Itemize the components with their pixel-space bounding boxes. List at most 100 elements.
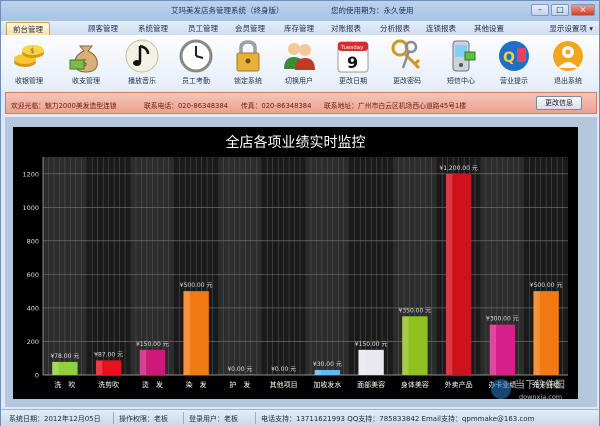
data-label: ¥150.00 元 — [136, 341, 169, 348]
lock-icon — [230, 38, 266, 74]
toolbar-button-1[interactable]: $ 收支管理 — [61, 37, 111, 89]
chart-title: 全店各项业绩实时监控 — [226, 134, 366, 151]
status-role: 操作权限：老板 — [119, 415, 168, 423]
x-tick-label: 洗 吹 — [54, 380, 75, 389]
data-label: ¥0.00 元 — [271, 366, 296, 373]
toolbar-label: 切换用户 — [285, 77, 313, 85]
toolbar-button-3[interactable]: 员工考勤 — [171, 37, 221, 89]
toolbar-button-7[interactable]: 更改密码 — [382, 37, 432, 89]
title-bar[interactable]: 艾玛美发店务管理系统（终身版） 您的使用期为：永久使用 – □ × — [1, 1, 599, 21]
close-button[interactable]: × — [571, 4, 595, 16]
bar-highlight — [139, 349, 147, 375]
watermark: 当下软件园 downxia.com — [489, 375, 585, 403]
bar-highlight — [402, 316, 409, 375]
data-label: ¥500.00 元 — [530, 282, 563, 289]
y-tick-label: 600 — [27, 271, 39, 279]
toolbar-label: 收支管理 — [72, 77, 100, 85]
x-tick-label: 染 发 — [186, 380, 207, 389]
x-tick-label: 加收发水 — [313, 380, 341, 389]
data-label: ¥350.00 元 — [399, 307, 432, 314]
menu-item-9[interactable]: 其他设置 — [467, 22, 511, 35]
bar-highlight — [445, 173, 453, 375]
phone-icon — [443, 38, 479, 74]
bar-highlight — [314, 369, 322, 375]
toolbar-button-2[interactable]: 播放音乐 — [117, 37, 167, 89]
menu-item-2[interactable]: 系统管理 — [131, 22, 175, 35]
menu-item-7[interactable]: 分析报表 — [373, 22, 417, 35]
bar-highlight — [95, 360, 103, 375]
status-date: 系统日期：2012年12月05日 — [9, 415, 101, 423]
toolbar-label: 更改密码 — [393, 77, 421, 85]
exit-icon — [550, 38, 586, 74]
chart-svg: 全店各项业绩实时监控 0 200 400 600 800 1000 1200 ¥78.00 元洗… — [22, 134, 568, 389]
expiry-text: 您的使用期为：永久使用 — [331, 6, 414, 15]
toolbar-button-9[interactable]: Q 营业提示 — [489, 37, 539, 89]
toolbar-label: 退出系统 — [554, 77, 582, 85]
menu-bar: 前台管理 顾客管理 系统管理 员工管理 会员管理 库存管理 对账报表 分析报表 连锁报表 其他设置… — [1, 21, 599, 35]
toolbar-button-4[interactable]: 锁定系统 — [223, 37, 273, 89]
x-tick-label: 洗剪吹 — [98, 380, 119, 389]
toolbar-button-6[interactable]: Tuesday 9 更改日期 — [328, 37, 378, 89]
minimize-button[interactable]: – — [531, 4, 549, 16]
toolbar-label: 收银管理 — [15, 77, 43, 85]
fax-text: 传真：020-86348384 — [241, 102, 312, 110]
x-tick-label: 外卖产品 — [445, 380, 473, 389]
app-title: 艾玛美发店务管理系统（终身版） — [171, 6, 284, 15]
y-tick-label: 1000 — [22, 204, 39, 212]
data-label: ¥87.00 元 — [94, 351, 123, 358]
calendar-weekday: Tuesday — [340, 45, 364, 51]
bar-highlight — [52, 361, 59, 375]
menu-item-4[interactable]: 会员管理 — [228, 22, 272, 35]
x-tick-label: 面部美容 — [357, 380, 385, 389]
x-tick-label: 烫 发 — [142, 380, 163, 389]
toolbar-button-8[interactable]: 短信中心 — [436, 37, 486, 89]
menu-item-8[interactable]: 连锁报表 — [419, 22, 463, 35]
toolbar-label: 播放音乐 — [128, 77, 156, 85]
calendar-day: 9 — [347, 53, 358, 72]
menu-item-0[interactable]: 前台管理 — [6, 22, 50, 35]
toolbar-button-5[interactable]: 切换用户 — [274, 37, 324, 89]
toolbar-label: 员工考勤 — [182, 77, 210, 85]
data-label: ¥300.00 元 — [486, 316, 519, 323]
data-label: ¥150.00 元 — [355, 341, 388, 348]
y-tick-label: 1200 — [22, 170, 39, 178]
status-login: 登录用户：老板 — [189, 415, 238, 423]
svg-text:Q: Q — [503, 50, 515, 66]
calendar-icon: Tuesday 9 — [335, 38, 371, 74]
window-controls: – □ × — [531, 4, 595, 16]
maximize-button[interactable]: □ — [551, 4, 569, 16]
data-label: ¥30.00 元 — [313, 361, 342, 368]
phone-text: 联系电话：020-86348384 — [144, 102, 229, 110]
toolbar-label: 营业提示 — [500, 77, 528, 85]
y-tick-label: 400 — [27, 304, 39, 312]
display-settings-menu[interactable]: 显示设置项 ▾ — [549, 22, 593, 35]
bar-highlight — [533, 291, 540, 375]
keys-icon — [389, 38, 425, 74]
address-text: 联系地址：广州市白云区机场西心道路45号1楼 — [324, 102, 467, 110]
data-label: ¥500.00 元 — [180, 282, 213, 289]
status-support: 电话支持：13711621993 QQ支持：785833842 Email支持：… — [261, 415, 535, 423]
x-tick-label: 护 发 — [229, 380, 250, 389]
menu-item-3[interactable]: 员工管理 — [181, 22, 225, 35]
menu-item-6[interactable]: 对账报表 — [324, 22, 368, 35]
coins-icon: $ — [11, 38, 47, 74]
x-tick-label: 身体美容 — [401, 380, 429, 389]
watermark-text-top: 当下软件园 — [515, 378, 565, 391]
watermark-text-bottom: downxia.com — [519, 393, 562, 401]
toolbar-button-0[interactable]: $ 收银管理 — [4, 37, 54, 89]
menu-item-1[interactable]: 顾客管理 — [81, 22, 125, 35]
toolbar-button-10[interactable]: 退出系统 — [543, 37, 593, 89]
bar-highlight — [358, 349, 365, 375]
app-window: 艾玛美发店务管理系统（终身版） 您的使用期为：永久使用 – □ × 前台管理 顾客… — [0, 0, 600, 426]
toolbar-label: 短信中心 — [447, 77, 475, 85]
users-icon — [281, 38, 317, 74]
data-label: ¥0.00 元 — [227, 366, 252, 373]
menu-item-5[interactable]: 库存管理 — [277, 22, 321, 35]
toolbar-label: 更改日期 — [339, 77, 367, 85]
shop-info-bar: 欢迎光临：魅力2000美发造型连锁 联系电话：020-86348384 传真：0… — [5, 92, 597, 114]
change-info-button[interactable]: 更改信息 — [536, 96, 582, 110]
watermark-logo-icon — [491, 379, 511, 399]
bar-highlight — [489, 324, 497, 375]
svg-text:$: $ — [30, 47, 34, 55]
x-tick-label: 其他项目 — [270, 380, 298, 389]
